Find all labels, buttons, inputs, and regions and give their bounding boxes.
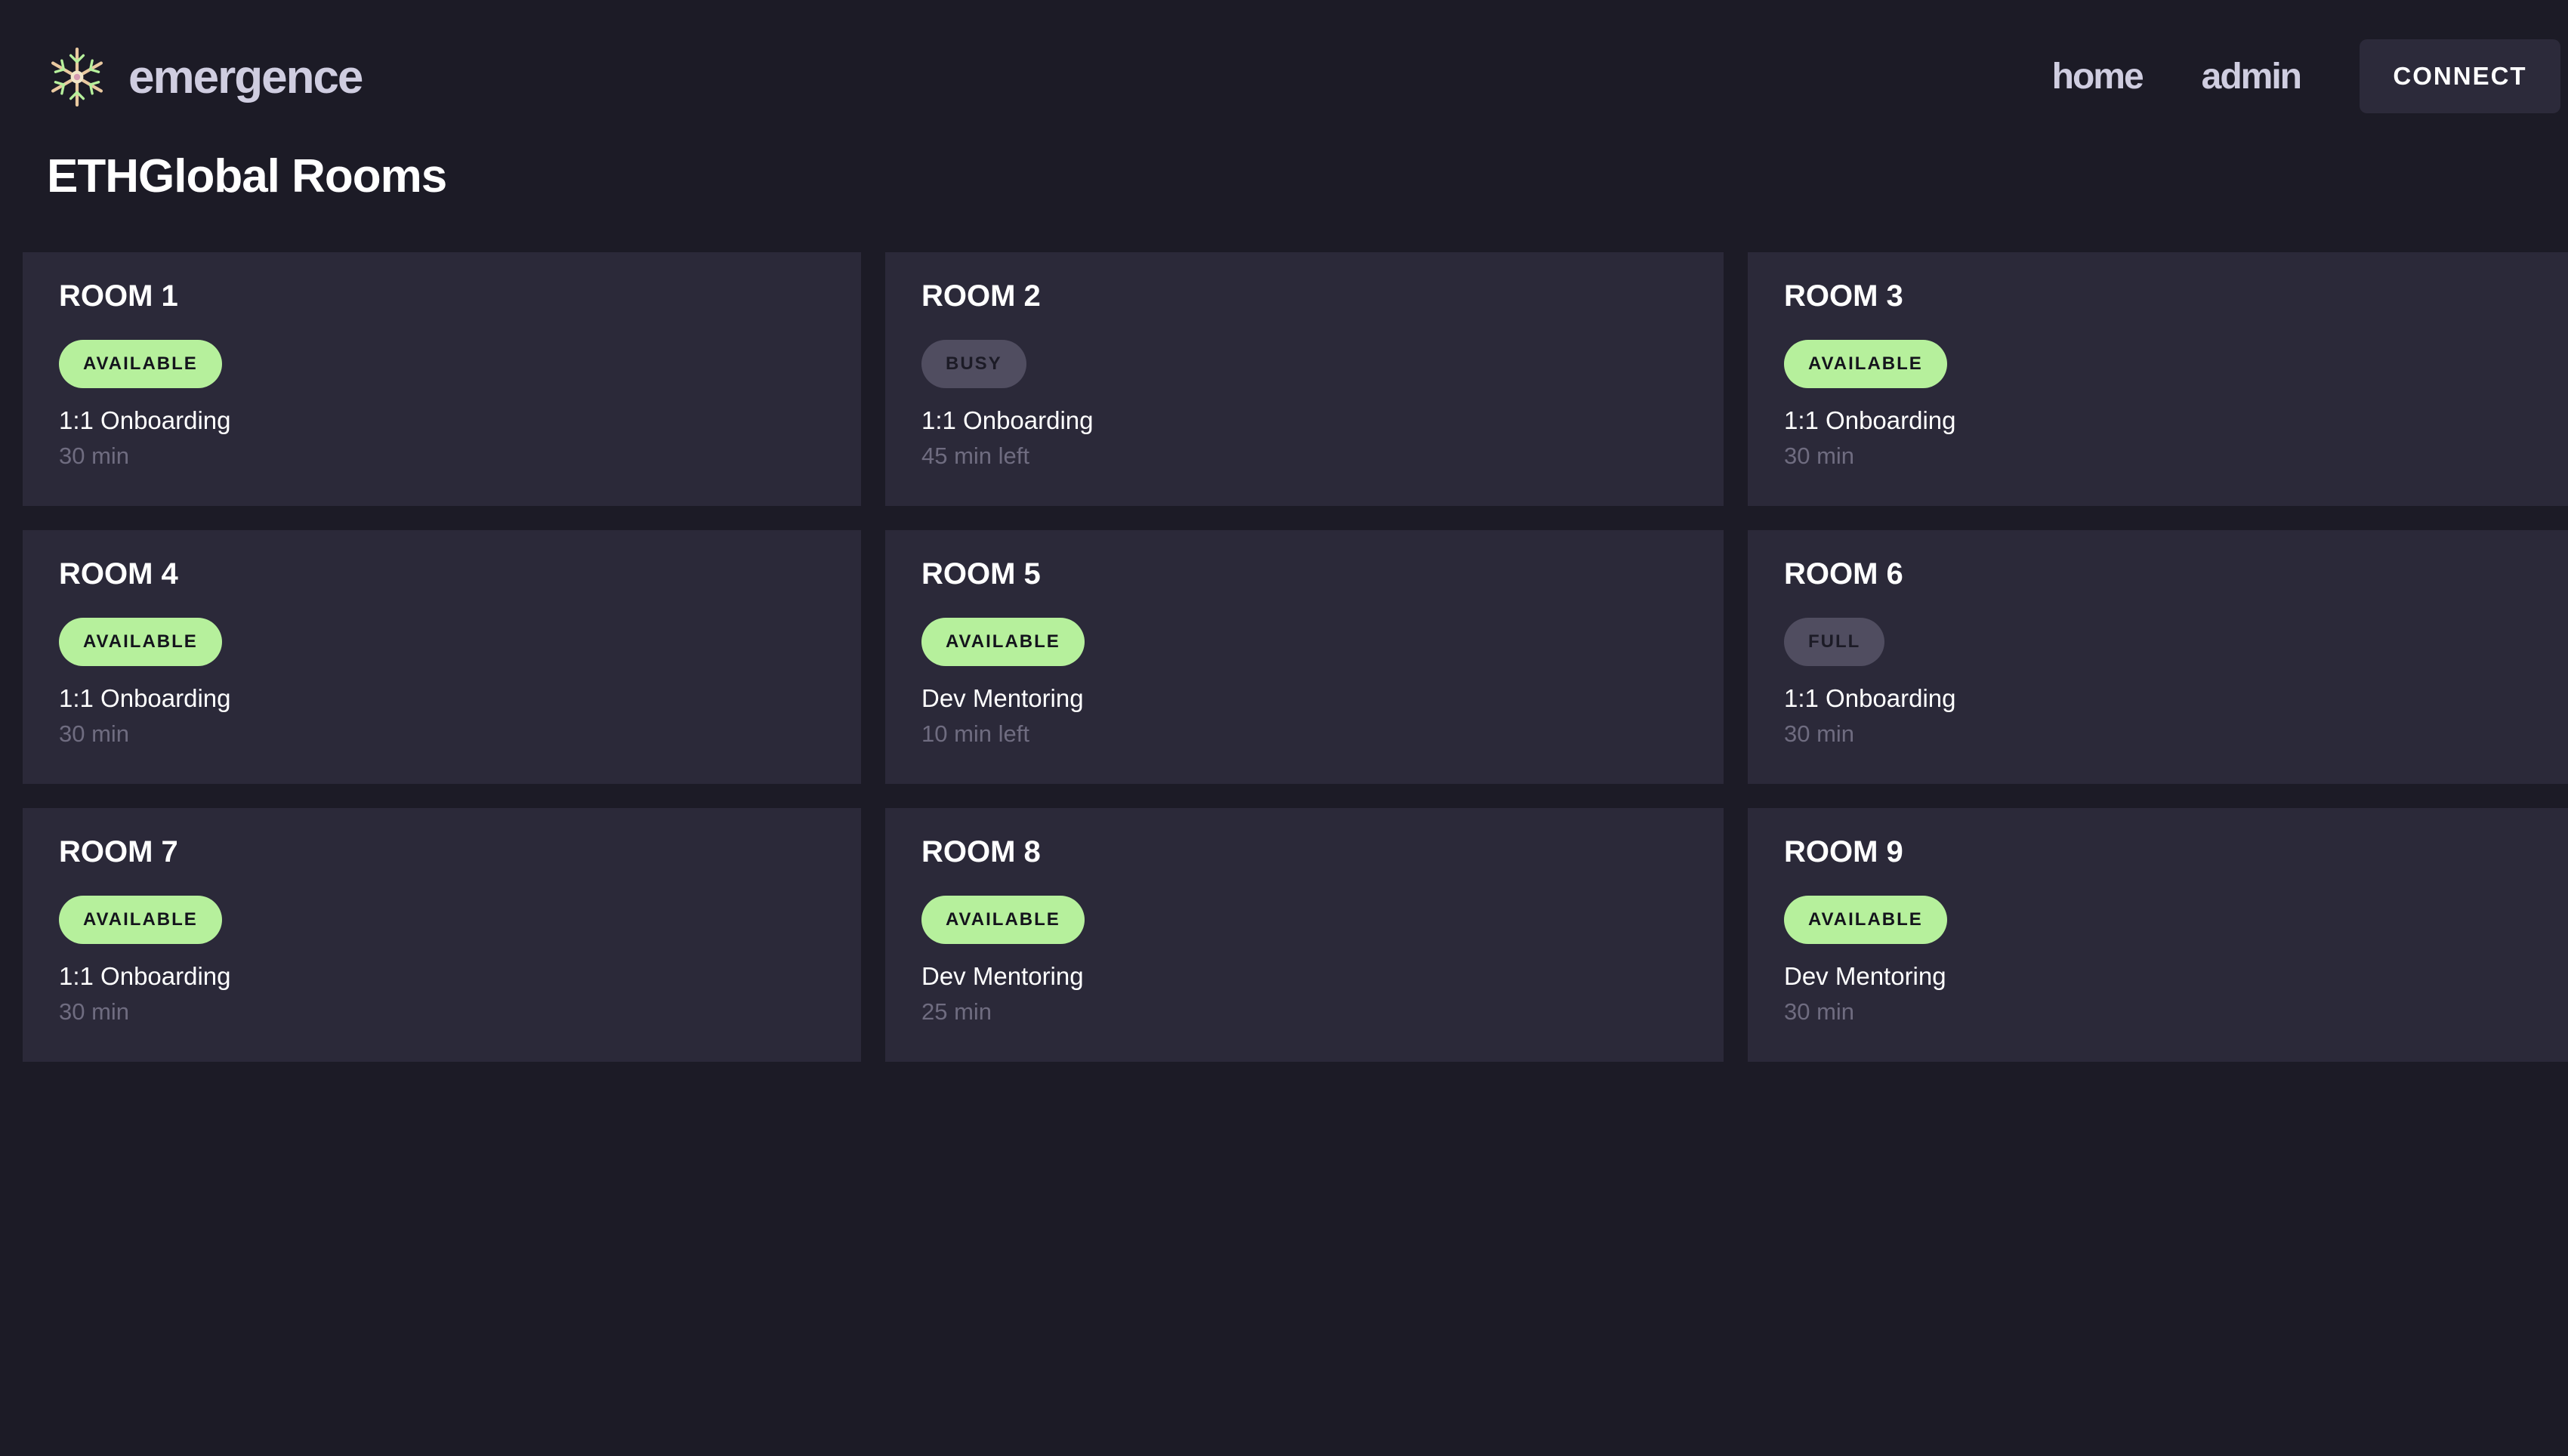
status-badge: AVAILABLE	[59, 896, 222, 944]
main-nav: home admin CONNECT	[2052, 39, 2560, 113]
page-title: ETHGlobal Rooms	[47, 150, 447, 202]
room-name: ROOM 2	[921, 279, 1041, 313]
room-activity: 1:1 Onboarding	[1784, 406, 1956, 434]
rooms-grid: ROOM 1 AVAILABLE 1:1 Onboarding 30 min R…	[23, 252, 2568, 1062]
room-name: ROOM 4	[59, 557, 178, 591]
room-name: ROOM 1	[59, 279, 178, 313]
room-name: ROOM 9	[1784, 835, 1903, 868]
room-name: ROOM 3	[1784, 279, 1903, 313]
brand[interactable]: emergence	[45, 47, 363, 107]
status-badge: BUSY	[921, 340, 1026, 388]
room-card[interactable]: ROOM 8 AVAILABLE Dev Mentoring 25 min	[885, 808, 1724, 1062]
room-time: 30 min	[59, 720, 130, 747]
room-activity: Dev Mentoring	[1784, 962, 1946, 990]
status-badge: AVAILABLE	[59, 340, 222, 388]
room-name: ROOM 5	[921, 557, 1041, 591]
room-name: ROOM 8	[921, 835, 1041, 868]
room-card[interactable]: ROOM 6 FULL 1:1 Onboarding 30 min	[1748, 530, 2568, 784]
room-time: 30 min	[59, 443, 130, 469]
room-activity: 1:1 Onboarding	[59, 684, 231, 712]
room-activity: Dev Mentoring	[921, 684, 1084, 712]
room-card[interactable]: ROOM 9 AVAILABLE Dev Mentoring 30 min	[1748, 808, 2568, 1062]
snowflake-logo-icon	[51, 47, 103, 107]
nav-home-link[interactable]: home	[2052, 56, 2144, 97]
brand-name: emergence	[128, 51, 363, 103]
room-name: ROOM 7	[59, 835, 178, 868]
connect-button[interactable]: CONNECT	[2360, 39, 2560, 113]
room-time: 30 min	[1784, 443, 1855, 469]
status-badge: AVAILABLE	[1784, 896, 1947, 944]
room-activity: Dev Mentoring	[921, 962, 1084, 990]
room-card[interactable]: ROOM 5 AVAILABLE Dev Mentoring 10 min le…	[885, 530, 1724, 784]
status-badge: AVAILABLE	[921, 896, 1085, 944]
status-badge: AVAILABLE	[1784, 340, 1947, 388]
room-activity: 1:1 Onboarding	[59, 962, 231, 990]
room-time: 30 min	[59, 998, 130, 1025]
room-time: 10 min left	[921, 720, 1030, 747]
room-card[interactable]: ROOM 7 AVAILABLE 1:1 Onboarding 30 min	[23, 808, 861, 1062]
room-card[interactable]: ROOM 3 AVAILABLE 1:1 Onboarding 30 min	[1748, 252, 2568, 506]
room-card[interactable]: ROOM 2 BUSY 1:1 Onboarding 45 min left	[885, 252, 1724, 506]
room-activity: 1:1 Onboarding	[59, 406, 231, 434]
room-card[interactable]: ROOM 1 AVAILABLE 1:1 Onboarding 30 min	[23, 252, 861, 506]
room-name: ROOM 6	[1784, 557, 1903, 591]
room-time: 30 min	[1784, 998, 1855, 1025]
room-time: 45 min left	[921, 443, 1030, 469]
room-time: 30 min	[1784, 720, 1855, 747]
room-time: 25 min	[921, 998, 992, 1025]
status-badge: AVAILABLE	[921, 618, 1085, 666]
status-badge: FULL	[1784, 618, 1885, 666]
status-badge: AVAILABLE	[59, 618, 222, 666]
nav-admin-link[interactable]: admin	[2202, 56, 2302, 97]
room-activity: 1:1 Onboarding	[1784, 684, 1956, 712]
room-activity: 1:1 Onboarding	[921, 406, 1094, 434]
room-card[interactable]: ROOM 4 AVAILABLE 1:1 Onboarding 30 min	[23, 530, 861, 784]
top-header: emergence home admin CONNECT	[0, 0, 2568, 151]
